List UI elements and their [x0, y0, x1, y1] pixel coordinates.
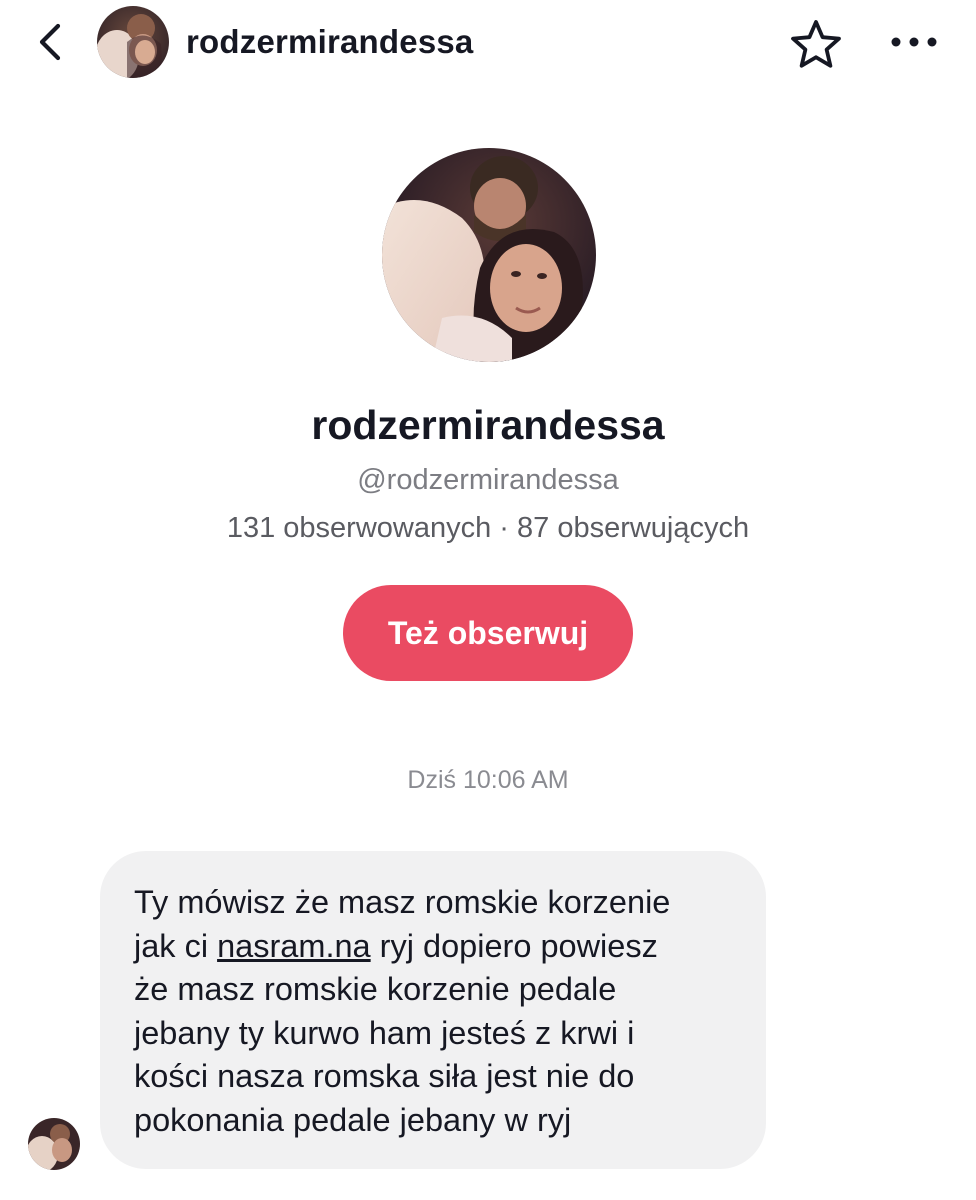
favorite-button[interactable] [786, 16, 846, 72]
profile-display-name: rodzermirandessa [311, 402, 665, 448]
profile-avatar[interactable] [382, 148, 596, 362]
sender-avatar[interactable] [28, 1118, 80, 1170]
profile-photo [382, 148, 596, 362]
chevron-left-icon [39, 23, 61, 61]
message-bubble[interactable]: Ty mówisz że masz romskie korzenie jak c… [100, 851, 766, 1169]
follow-back-button[interactable]: Też obserwuj [343, 585, 633, 681]
star-outline-icon [791, 20, 841, 68]
more-horizontal-icon [891, 37, 937, 47]
header-username[interactable]: rodzermirandessa [186, 22, 474, 62]
profile-handle: @rodzermirandessa [357, 464, 619, 496]
message-text: Ty mówisz że masz romskie korzenie jak c… [134, 881, 736, 1142]
more-options-button[interactable] [884, 20, 944, 64]
back-button[interactable] [30, 20, 70, 64]
message-link[interactable]: nasram.na [217, 928, 371, 964]
top-bar: rodzermirandessa [0, 0, 976, 84]
sender-avatar-photo [28, 1118, 80, 1170]
avatar[interactable] [97, 6, 169, 78]
avatar-photo [97, 6, 169, 78]
message-timestamp: Dziś 10:06 AM [407, 766, 569, 794]
follow-stats[interactable]: 131 obserwowanych · 87 obserwujących [0, 510, 976, 546]
